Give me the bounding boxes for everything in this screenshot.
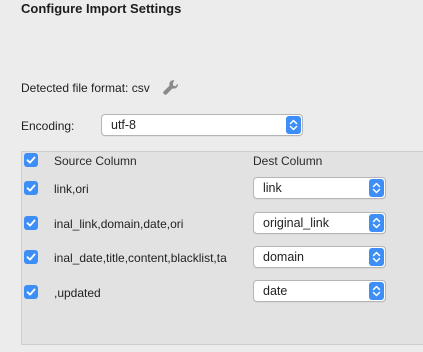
source-column-name: ,updated — [54, 286, 101, 300]
source-column-name: inal_date,title,content,blacklist,ta — [54, 251, 227, 265]
dest-column-value: link — [263, 181, 282, 195]
chevron-updown-icon — [286, 116, 301, 134]
row-checkbox[interactable] — [24, 216, 38, 230]
dest-column-select[interactable]: date — [253, 280, 386, 302]
row-checkbox[interactable] — [24, 181, 38, 195]
encoding-label: Encoding: — [21, 119, 75, 133]
source-column-name: link,ori — [54, 182, 89, 196]
select-all-checkbox[interactable] — [24, 153, 38, 167]
dest-column-select[interactable]: domain — [253, 246, 386, 268]
encoding-select[interactable]: utf-8 — [101, 114, 303, 136]
source-column-name: inal_link,domain,date,ori — [54, 217, 184, 231]
chevron-updown-icon — [369, 179, 384, 197]
dest-column-header: Dest Column — [253, 154, 323, 168]
file-format-row: Detected file format: csv — [21, 79, 179, 96]
chevron-updown-icon — [369, 214, 384, 232]
encoding-value: utf-8 — [111, 118, 137, 132]
row-checkbox[interactable] — [24, 285, 38, 299]
row-checkbox[interactable] — [24, 250, 38, 264]
file-format-label: Detected file format: csv — [21, 80, 150, 95]
dest-column-select[interactable]: link — [253, 177, 386, 199]
dest-column-value: original_link — [263, 216, 330, 230]
dest-column-value: domain — [263, 250, 304, 264]
chevron-updown-icon — [369, 248, 384, 266]
dest-column-select[interactable]: original_link — [253, 212, 386, 234]
wrench-icon[interactable] — [162, 79, 179, 96]
source-column-header: Source Column — [54, 154, 137, 168]
dest-column-value: date — [263, 284, 288, 298]
chevron-updown-icon — [369, 282, 384, 300]
dialog-title: Configure Import Settings — [21, 1, 182, 16]
